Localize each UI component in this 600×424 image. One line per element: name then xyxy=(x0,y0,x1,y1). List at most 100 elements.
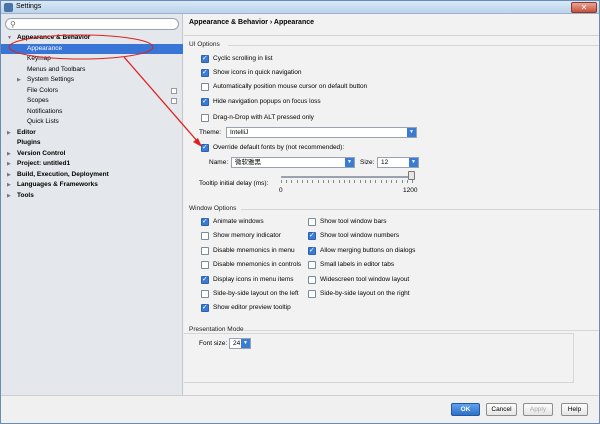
sidebar-item-label: File Colors xyxy=(27,86,59,94)
slider-tick xyxy=(396,180,398,183)
expand-right-icon[interactable]: ▶ xyxy=(7,149,11,160)
font-name-value: 微软雅黑 xyxy=(235,159,261,166)
checkbox-box xyxy=(201,232,209,241)
slider-tick xyxy=(406,180,408,183)
sidebar-item[interactable]: Appearance xyxy=(1,43,183,54)
sidebar-item[interactable]: ▶ Project: untitled1 xyxy=(1,159,183,170)
checkbox-label: Cyclic scrolling in list xyxy=(213,55,273,62)
tooltip-delay-track[interactable] xyxy=(281,176,412,178)
sidebar-item[interactable]: Keymap xyxy=(1,54,183,65)
slider-tick xyxy=(317,180,319,183)
slider-tick xyxy=(354,180,356,183)
checkbox-box xyxy=(308,275,316,284)
sidebar-item-label: Project: untitled1 xyxy=(17,160,71,167)
checkbox-box xyxy=(201,83,209,91)
presentation-label: Presentation Mode xyxy=(189,326,244,333)
checkbox-label: Side-by-side layout on the left xyxy=(213,290,299,297)
window-options-divider xyxy=(241,209,599,210)
sidebar-item-label: Scopes xyxy=(27,97,49,104)
checkbox-label: Show icons in quick navigation xyxy=(213,69,302,76)
sidebar-item[interactable]: Scopes xyxy=(1,96,183,107)
checkbox-box xyxy=(308,261,316,270)
slider-tick xyxy=(359,180,361,183)
settings-content: Appearance & Behavior › Appearance UI Op… xyxy=(184,14,599,395)
presentation-divider xyxy=(244,330,599,331)
search-icon: ⚲ xyxy=(10,20,16,29)
ui-options-label: UI Options xyxy=(189,41,220,48)
ok-button[interactable]: OK xyxy=(451,403,480,416)
sidebar-item[interactable]: Quick Lists xyxy=(1,117,183,128)
checkbox-box xyxy=(308,246,316,256)
checkbox-label: Drag-n-Drop with ALT pressed only xyxy=(213,114,314,121)
sidebar-item-label: Menus and Toolbars xyxy=(27,65,86,73)
theme-select[interactable]: IntelliJ ▼ xyxy=(226,127,417,138)
checkbox-box xyxy=(201,97,209,107)
sidebar-item[interactable]: ▶ Build, Execution, Deployment xyxy=(1,170,183,181)
sidebar-item[interactable]: ▶ Version Control xyxy=(1,149,183,160)
slider-tick xyxy=(375,180,377,183)
theme-label: Theme: xyxy=(199,129,222,136)
checkbox-box xyxy=(201,54,209,64)
expand-right-icon[interactable]: ▶ xyxy=(7,128,11,139)
expand-right-icon[interactable]: ▶ xyxy=(7,170,11,181)
sidebar-item[interactable]: Plugins xyxy=(1,138,183,149)
sidebar-item[interactable]: ▶ Languages & Frameworks xyxy=(1,180,183,191)
slider-tick xyxy=(380,180,382,183)
help-button[interactable]: Help xyxy=(561,403,588,416)
settings-sidebar: ⚲ ▼ Appearance & Behavior Appearance Keymap… xyxy=(1,14,183,395)
sidebar-item-label: Quick Lists xyxy=(27,118,59,125)
sidebar-item[interactable]: ▶ Editor xyxy=(1,128,183,139)
presentation-font-size-label: Font size: xyxy=(199,340,228,347)
slider-tick xyxy=(322,180,324,183)
apply-button[interactable]: Apply xyxy=(523,403,553,416)
slider-tick xyxy=(286,180,288,183)
expand-right-icon[interactable]: ▶ xyxy=(7,159,11,170)
expand-right-icon[interactable]: ▶ xyxy=(7,180,11,191)
presentation-font-size-select[interactable]: 24 ▼ xyxy=(229,338,251,349)
sidebar-item[interactable]: File Colors xyxy=(1,86,183,97)
sidebar-item-label: Editor xyxy=(17,128,36,136)
close-icon[interactable]: ✕ xyxy=(571,2,597,13)
checkbox-box xyxy=(201,290,209,298)
chevron-down-icon: ▼ xyxy=(345,158,354,167)
font-name-select[interactable]: 微软雅黑 ▼ xyxy=(231,157,355,168)
slider-tick xyxy=(307,180,309,183)
checkbox-box xyxy=(201,275,209,285)
slider-tick xyxy=(343,180,345,183)
expand-right-icon[interactable]: ▶ xyxy=(17,75,21,86)
checkbox-label: Show tool window bars xyxy=(320,218,387,225)
slider-tick xyxy=(333,180,335,183)
ui-options-divider xyxy=(228,45,599,46)
presentation-font-size-value: 24 xyxy=(233,340,241,347)
cancel-button[interactable]: Cancel xyxy=(486,403,517,416)
checkbox-box xyxy=(201,143,209,153)
expand-right-icon[interactable]: ▶ xyxy=(7,191,11,202)
checkbox-box xyxy=(201,303,209,313)
tooltip-delay-thumb[interactable] xyxy=(408,171,415,180)
app-icon xyxy=(4,3,13,12)
slider-tick xyxy=(281,180,282,183)
project-scope-icon xyxy=(171,98,177,104)
sidebar-item[interactable]: Menus and Toolbars xyxy=(1,65,183,76)
sidebar-item-label: Build, Execution, Deployment xyxy=(17,170,109,178)
font-size-select[interactable]: 12 ▼ xyxy=(377,157,419,168)
slider-tick xyxy=(391,180,393,183)
checkbox-box xyxy=(201,261,209,270)
checkbox-label: Allow merging buttons on dialogs xyxy=(320,246,416,254)
slider-tick xyxy=(412,180,413,183)
title-bar: Settings ✕ xyxy=(1,1,599,14)
settings-tree: ▼ Appearance & Behavior Appearance Keymap Me… xyxy=(1,33,183,201)
search-input[interactable]: ⚲ xyxy=(5,18,179,30)
sidebar-item[interactable]: ▶ Tools xyxy=(1,191,183,202)
slider-tick xyxy=(349,180,351,183)
theme-value: IntelliJ xyxy=(230,129,249,136)
sidebar-item[interactable]: ▶ System Settings xyxy=(1,75,183,86)
sidebar-item-label: Keymap xyxy=(27,55,51,62)
sidebar-item[interactable]: ▼ Appearance & Behavior xyxy=(1,33,183,44)
checkbox-box xyxy=(201,217,209,227)
expand-down-icon[interactable]: ▼ xyxy=(7,33,12,44)
project-scope-icon xyxy=(171,87,177,94)
checkbox-label: Display icons in menu items xyxy=(213,275,294,283)
sidebar-item-label: Languages & Frameworks xyxy=(17,181,98,188)
sidebar-item[interactable]: Notifications xyxy=(1,107,183,118)
